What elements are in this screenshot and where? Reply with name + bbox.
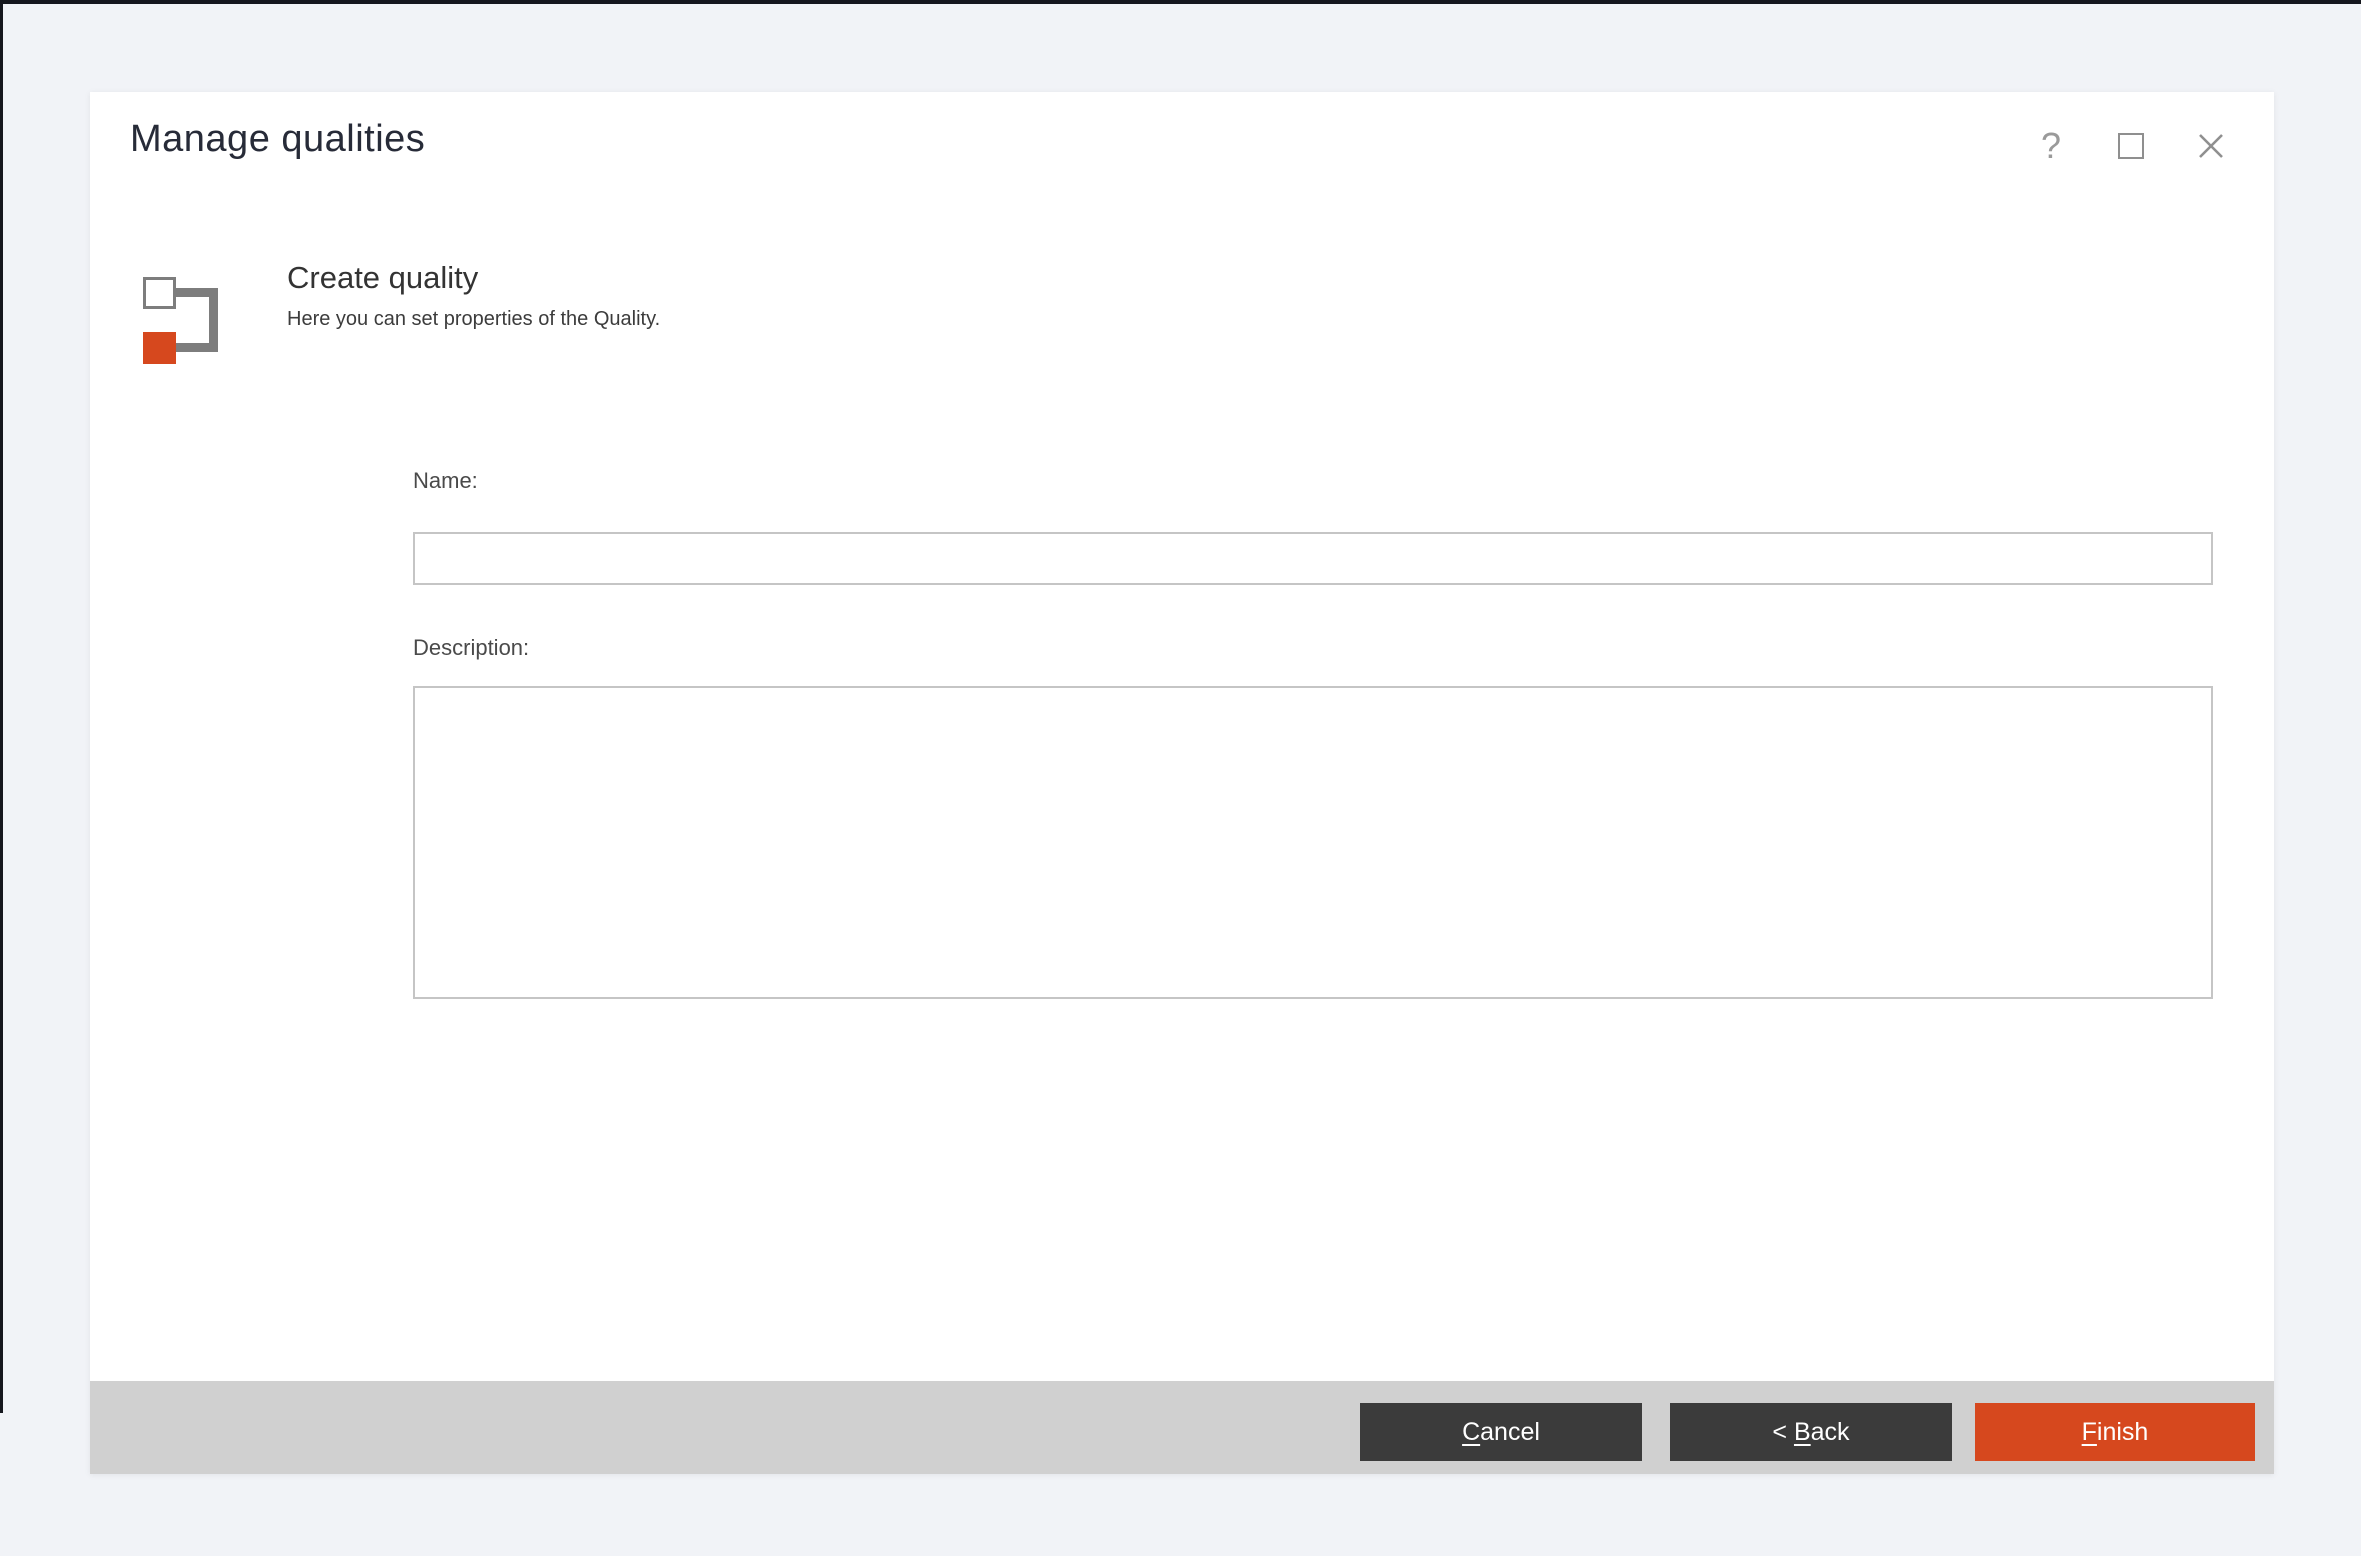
close-icon <box>2196 131 2226 161</box>
icon-orange-square <box>143 332 176 364</box>
name-input[interactable] <box>413 532 2213 585</box>
window-frame-edge-top <box>0 0 2361 4</box>
help-button[interactable]: ? <box>2034 126 2068 166</box>
quality-wizard-icon <box>143 277 273 372</box>
cancel-access-key: C <box>1462 1418 1480 1446</box>
window-frame-edge-left <box>0 0 3 1413</box>
icon-white-square <box>143 277 176 309</box>
back-button[interactable]: < Back <box>1670 1403 1952 1461</box>
wizard-step-subtitle: Here you can set properties of the Quali… <box>287 308 660 331</box>
help-icon: ? <box>2041 128 2061 164</box>
maximize-icon <box>2118 133 2144 159</box>
cancel-label-suffix: ancel <box>1480 1418 1540 1446</box>
finish-label-suffix: inish <box>2097 1418 2148 1446</box>
finish-button[interactable]: Finish <box>1975 1403 2255 1461</box>
finish-access-key: F <box>2082 1418 2097 1446</box>
name-label: Name: <box>413 468 478 494</box>
dialog-title: Manage qualities <box>130 118 425 161</box>
manage-qualities-dialog: Manage qualities ? Create quality Here y… <box>90 92 2274 1474</box>
wizard-step-title: Create quality <box>287 260 660 296</box>
window-controls: ? <box>2034 126 2228 166</box>
footer-bar: Cancel < Back Finish <box>90 1381 2274 1474</box>
back-label-prefix: < <box>1772 1418 1794 1446</box>
description-label: Description: <box>413 635 529 661</box>
maximize-button[interactable] <box>2114 126 2148 166</box>
back-label-suffix: ack <box>1811 1418 1850 1446</box>
close-button[interactable] <box>2194 126 2228 166</box>
cancel-button[interactable]: Cancel <box>1360 1403 1642 1461</box>
description-input[interactable] <box>413 686 2213 999</box>
icon-connector-bracket <box>175 288 218 352</box>
back-access-key: B <box>1794 1418 1811 1446</box>
wizard-header: Create quality Here you can set properti… <box>287 260 660 331</box>
